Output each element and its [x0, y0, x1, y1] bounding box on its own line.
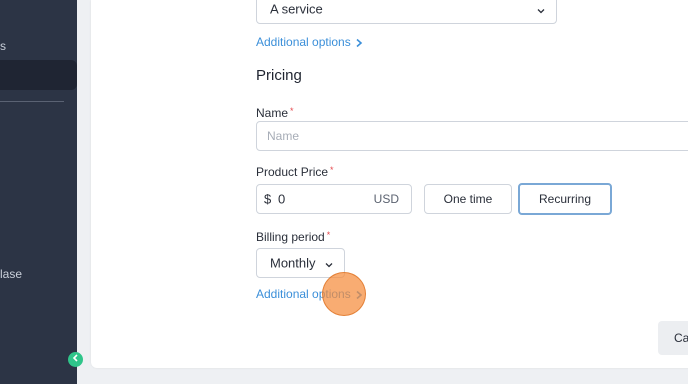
sidebar-item-truncated[interactable]: s	[0, 39, 6, 53]
required-mark: *	[290, 106, 294, 116]
chevron-right-icon	[351, 35, 363, 49]
billing-period-label: Billing period *	[256, 230, 330, 244]
currency-symbol: $	[264, 191, 272, 207]
price-input[interactable]: $ 0 USD	[256, 184, 412, 214]
sidebar: s lase	[0, 0, 77, 384]
chevron-right-icon	[351, 287, 363, 301]
sidebar-item-database[interactable]: lase	[0, 267, 22, 281]
additional-options-label: Additional options	[256, 35, 351, 49]
cancel-button[interactable]: Ca	[658, 321, 688, 355]
recurring-button[interactable]: Recurring	[518, 183, 612, 215]
chevron-down-icon	[324, 258, 334, 268]
required-mark: *	[326, 230, 331, 240]
billing-period-select[interactable]: Monthly	[256, 248, 345, 278]
name-input[interactable]: Name	[256, 121, 688, 151]
additional-options-link-2[interactable]: Additional options	[256, 287, 363, 301]
sidebar-item-label: lase	[0, 267, 23, 281]
sidebar-divider	[0, 101, 64, 102]
chevron-left-icon	[72, 354, 80, 365]
required-mark: *	[330, 165, 334, 175]
additional-options-link-1[interactable]: Additional options	[256, 35, 363, 49]
pricing-heading: Pricing	[256, 67, 302, 84]
product-price-label-text: Product Price	[256, 165, 329, 179]
currency-unit: USD	[373, 192, 399, 206]
name-label-text: Name	[256, 106, 289, 120]
name-placeholder: Name	[267, 129, 300, 143]
sidebar-item-active[interactable]	[0, 60, 77, 90]
service-select-value: A service	[270, 1, 323, 17]
sidebar-item-label: s	[0, 39, 6, 53]
service-select[interactable]: A service	[256, 0, 557, 24]
one-time-button[interactable]: One time	[424, 184, 512, 214]
sidebar-collapse-button[interactable]	[68, 352, 83, 367]
chevron-down-icon	[536, 4, 546, 14]
product-price-label: Product Price *	[256, 165, 334, 179]
price-value: 0	[278, 191, 286, 207]
billing-period-value: Monthly	[270, 255, 316, 271]
billing-period-label-text: Billing period	[256, 230, 325, 244]
name-label: Name *	[256, 106, 294, 120]
additional-options-label: Additional options	[256, 287, 351, 301]
